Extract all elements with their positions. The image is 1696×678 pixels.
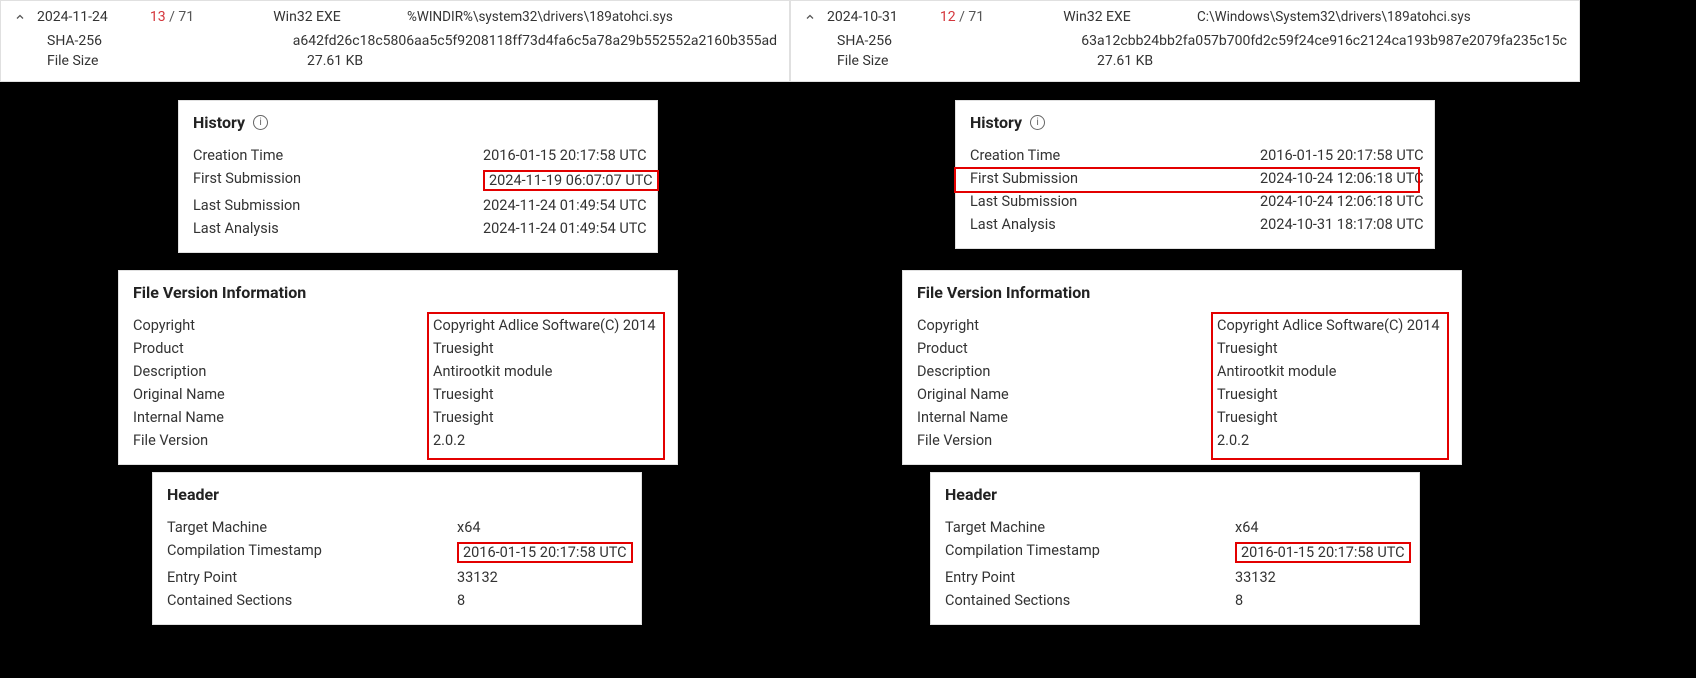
- copyright-value: Copyright Adlice Software(C) 2014: [433, 317, 655, 334]
- original-name-label: Original Name: [917, 386, 1217, 403]
- file-version-label: File Version: [133, 432, 433, 449]
- history-panel: History i Creation Time2016-01-15 20:17:…: [178, 100, 658, 253]
- file-version-value: 2.0.2: [1217, 432, 1249, 449]
- original-name-value: Truesight: [433, 386, 494, 403]
- internal-name-value: Truesight: [1217, 409, 1278, 426]
- compilation-timestamp-value: 2016-01-15 20:17:58 UTC: [457, 542, 633, 563]
- sha256-row: SHA-256 63a12cbb24bb2fa057b700fd2c59f24c…: [837, 31, 1567, 51]
- original-name-label: Original Name: [133, 386, 433, 403]
- compilation-timestamp-label: Compilation Timestamp: [945, 542, 1235, 563]
- history-title: History: [970, 113, 1022, 132]
- entry-point-value: 33132: [457, 569, 498, 586]
- creation-time-value: 2016-01-15 20:17:58 UTC: [1260, 147, 1424, 164]
- file-path: %WINDIR%\system32\drivers\189atohci.sys: [407, 9, 777, 25]
- target-machine-label: Target Machine: [167, 519, 457, 536]
- description-label: Description: [917, 363, 1217, 380]
- file-size-row: File Size 27.61 KB: [47, 51, 777, 71]
- chevron-up-icon[interactable]: [13, 10, 27, 24]
- product-label: Product: [133, 340, 433, 357]
- first-submission-label: First Submission: [970, 170, 1260, 187]
- scan-date: 2024-11-24: [37, 9, 127, 25]
- file-version-label: File Version: [917, 432, 1217, 449]
- sha256-row: SHA-256 a642fd26c18c5806aa5c5f9208118ff7…: [47, 31, 777, 51]
- header-title: Header: [167, 485, 219, 504]
- product-value: Truesight: [433, 340, 494, 357]
- file-version-panel: File Version Information CopyrightCopyri…: [902, 270, 1462, 465]
- entry-point-label: Entry Point: [167, 569, 457, 586]
- file-type: Win32 EXE: [1007, 9, 1187, 25]
- chevron-up-icon[interactable]: [803, 10, 817, 24]
- creation-time-label: Creation Time: [970, 147, 1260, 164]
- compilation-timestamp-value: 2016-01-15 20:17:58 UTC: [1235, 542, 1411, 563]
- detection-ratio: 13 / 71: [137, 9, 207, 25]
- target-machine-value: x64: [457, 519, 481, 536]
- fvi-title: File Version Information: [133, 283, 306, 302]
- detection-row[interactable]: 2024-10-31 12 / 71 Win32 EXE C:\Windows\…: [790, 0, 1580, 82]
- contained-sections-label: Contained Sections: [945, 592, 1235, 609]
- copyright-value: Copyright Adlice Software(C) 2014: [1217, 317, 1439, 334]
- last-submission-label: Last Submission: [193, 197, 483, 214]
- first-submission-value: 2024-10-24 12:06:18 UTC: [1260, 170, 1424, 187]
- last-analysis-value: 2024-11-24 01:49:54 UTC: [483, 220, 647, 237]
- info-icon[interactable]: i: [1030, 115, 1045, 130]
- last-submission-value: 2024-11-24 01:49:54 UTC: [483, 197, 647, 214]
- history-title: History: [193, 113, 245, 132]
- first-submission-label: First Submission: [193, 170, 483, 191]
- description-label: Description: [133, 363, 433, 380]
- detection-ratio: 12 / 71: [927, 9, 997, 25]
- last-analysis-value: 2024-10-31 18:17:08 UTC: [1260, 216, 1424, 233]
- contained-sections-value: 8: [457, 592, 465, 609]
- copyright-label: Copyright: [917, 317, 1217, 334]
- entry-point-value: 33132: [1235, 569, 1276, 586]
- file-size-row: File Size 27.61 KB: [837, 51, 1567, 71]
- file-type: Win32 EXE: [217, 9, 397, 25]
- file-version-panel: File Version Information CopyrightCopyri…: [118, 270, 678, 465]
- last-analysis-label: Last Analysis: [970, 216, 1260, 233]
- fvi-title: File Version Information: [917, 283, 1090, 302]
- pe-header-panel: Header Target Machinex64 Compilation Tim…: [930, 472, 1420, 625]
- pe-header-panel: Header Target Machinex64 Compilation Tim…: [152, 472, 642, 625]
- product-label: Product: [917, 340, 1217, 357]
- target-machine-label: Target Machine: [945, 519, 1235, 536]
- file-version-value: 2.0.2: [433, 432, 465, 449]
- product-value: Truesight: [1217, 340, 1278, 357]
- internal-name-label: Internal Name: [133, 409, 433, 426]
- internal-name-value: Truesight: [433, 409, 494, 426]
- description-value: Antirootkit module: [1217, 363, 1336, 380]
- header-title: Header: [945, 485, 997, 504]
- file-path: C:\Windows\System32\drivers\189atohci.sy…: [1197, 9, 1567, 25]
- scan-date: 2024-10-31: [827, 9, 917, 25]
- first-submission-value: 2024-11-19 06:07:07 UTC: [483, 170, 659, 191]
- last-submission-value: 2024-10-24 12:06:18 UTC: [1260, 193, 1424, 210]
- entry-point-label: Entry Point: [945, 569, 1235, 586]
- detection-row[interactable]: 2024-11-24 13 / 71 Win32 EXE %WINDIR%\sy…: [0, 0, 790, 82]
- target-machine-value: x64: [1235, 519, 1259, 536]
- history-panel: History i Creation Time2016-01-15 20:17:…: [955, 100, 1435, 249]
- copyright-label: Copyright: [133, 317, 433, 334]
- contained-sections-label: Contained Sections: [167, 592, 457, 609]
- info-icon[interactable]: i: [253, 115, 268, 130]
- creation-time-value: 2016-01-15 20:17:58 UTC: [483, 147, 647, 164]
- last-submission-label: Last Submission: [970, 193, 1260, 210]
- compilation-timestamp-label: Compilation Timestamp: [167, 542, 457, 563]
- contained-sections-value: 8: [1235, 592, 1243, 609]
- internal-name-label: Internal Name: [917, 409, 1217, 426]
- last-analysis-label: Last Analysis: [193, 220, 483, 237]
- creation-time-label: Creation Time: [193, 147, 483, 164]
- original-name-value: Truesight: [1217, 386, 1278, 403]
- description-value: Antirootkit module: [433, 363, 552, 380]
